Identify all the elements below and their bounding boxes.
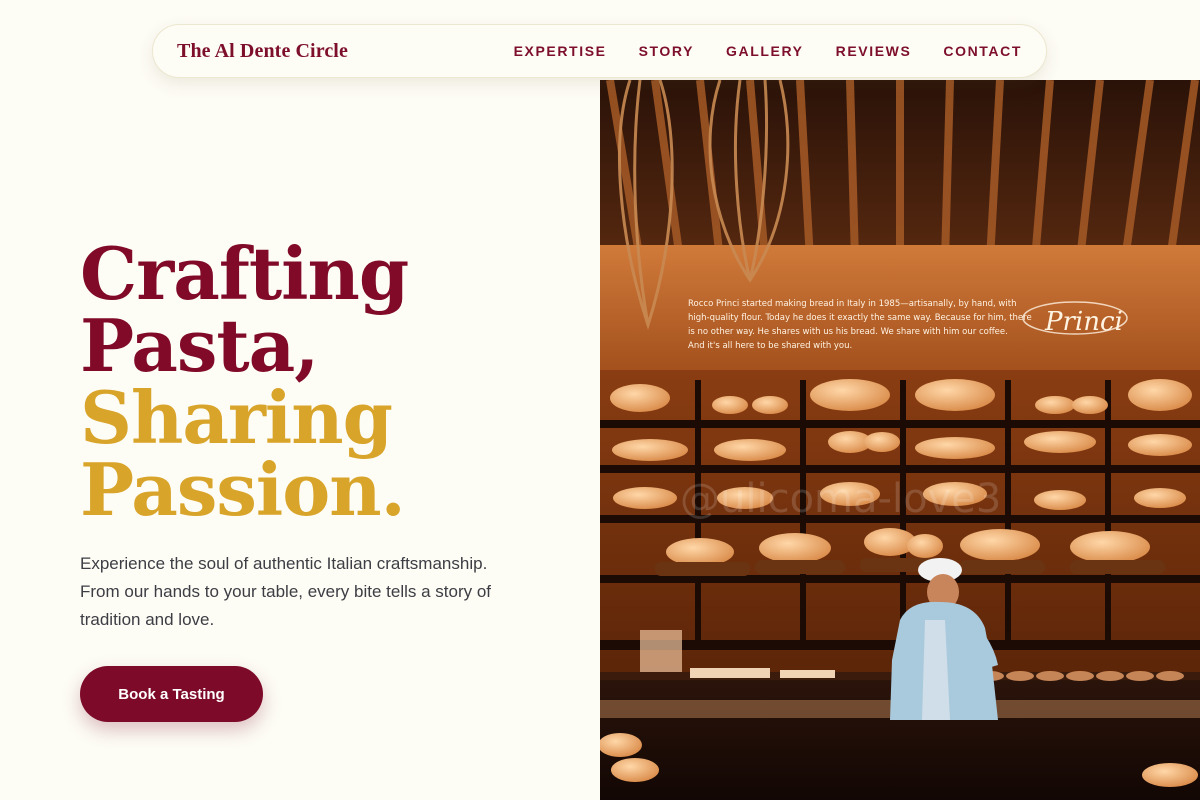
sign-text-line-4: And it's all here to be shared with you. [688,341,852,351]
nav-link-expertise[interactable]: EXPERTISE [514,43,607,59]
hero-title-line-1: Crafting [80,231,409,316]
top-navigation: The Al Dente Circle EXPERTISE STORY GALL… [152,24,1047,78]
hero-title-line-4: Passion. [80,447,406,532]
nav-link-contact[interactable]: CONTACT [943,43,1022,59]
hero-title-line-3: Sharing [80,375,393,460]
sign-text-line-2: high-quality flour. Today he does it exa… [688,313,1032,323]
sign-text-line-3: is no other way. He shares with us his b… [688,327,1008,337]
book-tasting-button[interactable]: Book a Tasting [80,666,263,722]
sign-text-line-1: Rocco Princi started making bread in Ita… [688,299,1016,309]
brand-logo[interactable]: The Al Dente Circle [177,40,348,63]
hero-title: Crafting Pasta, Sharing Passion. [80,231,409,532]
image-watermark: @ulicoma-love3 [680,476,1001,522]
nav-link-reviews[interactable]: REVIEWS [836,43,912,59]
nav-links: EXPERTISE STORY GALLERY REVIEWS CONTACT [482,43,1022,59]
hero-description: Experience the soul of authentic Italian… [80,554,492,629]
hero-bakery-image: Rocco Princi started making bread in Ita… [600,80,1200,800]
hero-title-line-2: Pasta, [80,303,319,388]
nav-link-story[interactable]: STORY [639,43,694,59]
nav-link-gallery[interactable]: GALLERY [726,43,804,59]
